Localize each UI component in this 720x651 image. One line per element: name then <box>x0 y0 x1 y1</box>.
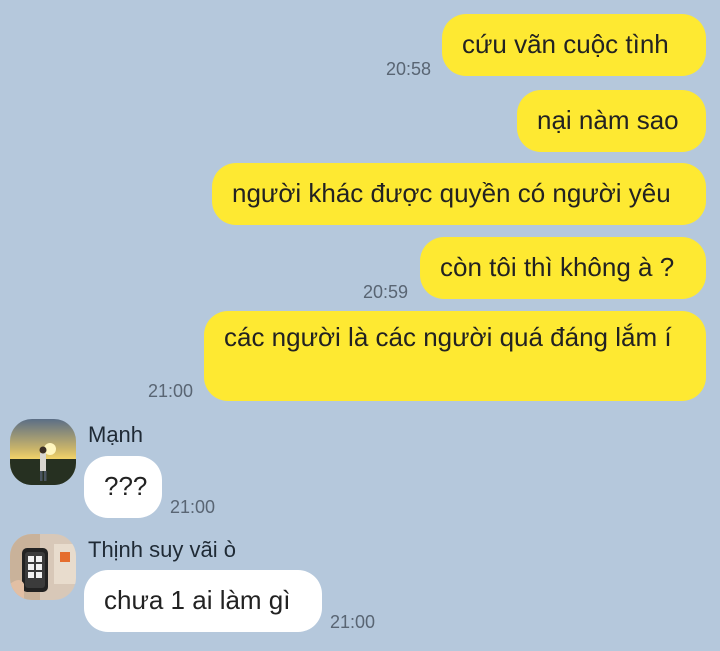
message-time: 21:00 <box>148 381 194 401</box>
message-text: chưa 1 ai làm gì <box>104 585 291 615</box>
sender-avatar[interactable] <box>10 534 76 600</box>
outgoing-message-bubble[interactable]: còn tôi thì không à ? <box>420 237 706 299</box>
message-time: 21:00 <box>170 497 216 517</box>
incoming-message-bubble[interactable]: ??? <box>84 456 162 518</box>
message-text: các người là các người quá đáng lắm í <box>224 322 672 352</box>
message-text: nại nàm sao <box>537 105 679 135</box>
message-text: cứu vãn cuộc tình <box>462 29 669 59</box>
message-time: 20:59 <box>363 282 409 302</box>
outgoing-message-bubble[interactable]: nại nàm sao <box>517 90 706 152</box>
message-time: 21:00 <box>330 612 376 632</box>
sender-avatar[interactable] <box>10 419 76 485</box>
message-text: ??? <box>104 471 148 501</box>
sender-name: Mạnh <box>88 422 144 447</box>
chat-area: 20:58 cứu vãn cuộc tình nại nàm sao ngườ… <box>0 0 720 651</box>
sender-name: Thịnh suy vãi ò <box>88 537 236 562</box>
outgoing-message-bubble[interactable]: các người là các người quá đáng lắm í <box>204 311 706 401</box>
message-text: người khác được quyền có người yêu <box>232 178 671 208</box>
incoming-message-bubble[interactable]: chưa 1 ai làm gì <box>84 570 322 632</box>
message-time: 20:58 <box>386 59 432 79</box>
outgoing-message-bubble[interactable]: cứu vãn cuộc tình <box>442 14 706 76</box>
selfie-avatar-icon <box>10 534 76 600</box>
outgoing-message-bubble[interactable]: người khác được quyền có người yêu <box>212 163 706 225</box>
message-text: còn tôi thì không à ? <box>440 252 675 282</box>
sunset-person-avatar-icon <box>10 419 76 485</box>
